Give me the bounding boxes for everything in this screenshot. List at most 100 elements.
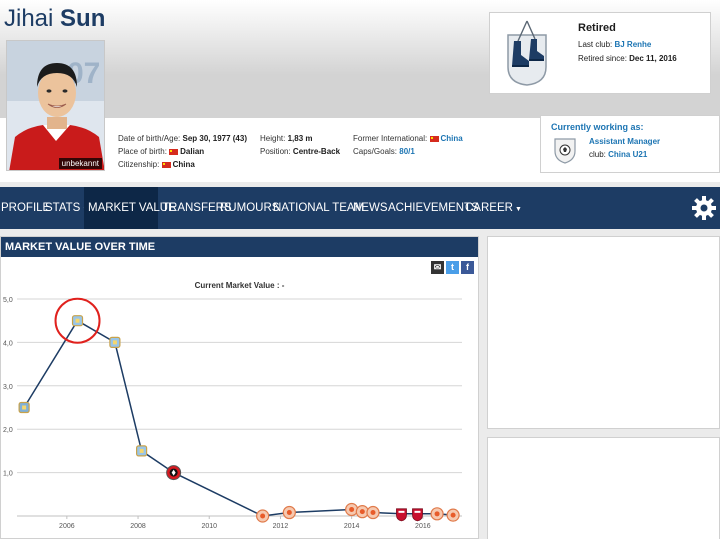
side-ad-box-bottom — [487, 437, 720, 539]
citizenship-label: Citizenship: — [118, 160, 160, 169]
player-portrait-image: 07 — [7, 41, 104, 170]
current-job-club-row: club: China U21 — [589, 150, 647, 159]
last-club-row: Last club: BJ Renhe — [578, 40, 651, 49]
data-point[interactable] — [18, 401, 30, 414]
pob-label: Place of birth: — [118, 147, 167, 156]
data-point[interactable] — [282, 505, 296, 520]
data-point[interactable] — [166, 465, 182, 481]
y-tick-label: 2,0 — [3, 427, 13, 434]
data-point[interactable] — [136, 445, 148, 457]
position-label: Position: — [260, 147, 291, 156]
y-tick-label: 3,0 — [3, 384, 13, 391]
player-last-name: Sun — [60, 5, 106, 32]
data-point[interactable] — [412, 508, 423, 522]
caps-goals-row: Caps/Goals: 80/1 — [353, 145, 463, 158]
former-international-row: Former International: China — [353, 132, 463, 145]
chart-y-ticks: 1,0 2,0 3,0 4,0 5,0 — [3, 297, 13, 478]
current-job-role-row: Assistant Manager — [589, 137, 660, 146]
market-value-box: MARKET VALUE OVER TIME ✉ t f Current Mar… — [0, 236, 479, 539]
facebook-icon[interactable]: f — [461, 261, 474, 274]
current-market-value: Current Market Value : - — [194, 281, 285, 290]
data-point[interactable] — [109, 336, 121, 349]
retired-since-value: Dec 11, 2016 — [629, 54, 677, 63]
dob-value: Sep 30, 1977 (43) — [182, 134, 247, 143]
caret-down-icon: ▼ — [514, 206, 522, 213]
club-crest-icon — [554, 138, 576, 164]
current-job-club-link[interactable]: China U21 — [608, 150, 647, 159]
gear-icon[interactable] — [690, 194, 718, 222]
nav-national-team-label: NATIONAL TEAM — [273, 202, 365, 214]
chart-points — [18, 315, 460, 523]
retired-status-box: Retired Last club: BJ Renhe Retired sinc… — [489, 12, 711, 94]
data-point[interactable] — [71, 315, 84, 327]
pob-row: Place of birth: Dalian — [118, 145, 247, 158]
china-flag-icon — [429, 135, 439, 142]
retired-since-label: Retired since: — [578, 54, 627, 63]
retired-title: Retired — [578, 22, 616, 34]
data-point[interactable] — [256, 509, 270, 523]
data-point[interactable] — [430, 507, 444, 521]
facts-column-3: Former International: China Caps/Goals: … — [353, 132, 463, 158]
nav-national-team[interactable]: NATIONAL TEAM — [273, 187, 364, 229]
nav-career-label: CAREER — [465, 202, 513, 214]
twitter-icon[interactable]: t — [446, 261, 459, 274]
side-ad-box-top — [487, 236, 720, 429]
nav-career[interactable]: CAREER ▼ — [465, 187, 522, 229]
former-international-link[interactable]: China — [441, 134, 463, 143]
facts-column-1: Date of birth/Age: Sep 30, 1977 (43) Pla… — [118, 132, 247, 171]
chart-grid — [17, 298, 462, 517]
china-flag-icon — [161, 161, 171, 168]
y-tick-label: 5,0 — [3, 297, 13, 304]
facts-column-2: Height: 1,83 m Position: Centre-Back — [260, 132, 340, 158]
player-first-name: Jihai — [4, 5, 54, 32]
market-value-header: MARKET VALUE OVER TIME — [1, 237, 478, 257]
data-point[interactable] — [345, 502, 359, 517]
height-row: Height: 1,83 m — [260, 132, 340, 145]
caps-goals-link[interactable]: 80/1 — [399, 147, 415, 156]
dob-label: Date of birth/Age: — [118, 134, 181, 143]
nav-rumours-label: RUMOURS — [220, 202, 280, 214]
nav-stats-label: STATS — [45, 202, 81, 214]
nav-rumours[interactable]: RUMOURS — [220, 187, 279, 229]
player-name: Jihai Sun — [4, 5, 105, 33]
caps-goals-label: Caps/Goals: — [353, 147, 398, 156]
player-header: Jihai Sun 07 unbekannt Date of birth/Age… — [0, 0, 720, 182]
nav-profile[interactable]: PROFILE — [1, 187, 50, 229]
email-icon[interactable]: ✉ — [431, 261, 444, 274]
x-tick-label: 2016 — [415, 523, 431, 530]
y-tick-label: 1,0 — [3, 471, 13, 478]
dob-row: Date of birth/Age: Sep 30, 1977 (43) — [118, 132, 247, 145]
nav-news[interactable]: NEWS — [353, 187, 388, 229]
x-tick-label: 2008 — [130, 523, 146, 530]
last-club-label: Last club: — [578, 40, 613, 49]
height-label: Height: — [260, 134, 286, 143]
current-job-title: Currently working as: — [551, 122, 644, 132]
height-value: 1,83 m — [287, 134, 313, 143]
x-tick-label: 2014 — [344, 523, 360, 530]
nav-stats[interactable]: STATS▼ — [45, 187, 89, 229]
hanging-boots-icon — [507, 20, 547, 86]
retired-since-row: Retired since: Dec 11, 2016 — [578, 54, 677, 63]
photo-caption: unbekannt — [58, 158, 102, 169]
nav-market-value[interactable]: MARKET VALUE — [84, 187, 176, 229]
citizenship-value: China — [172, 160, 195, 169]
player-photo: 07 unbekannt — [6, 40, 105, 171]
current-job-role[interactable]: Assistant Manager — [589, 137, 660, 146]
nav-profile-label: PROFILE — [1, 202, 51, 214]
x-tick-label: 2010 — [201, 523, 217, 530]
last-club-link[interactable]: BJ Renhe — [614, 40, 651, 49]
data-point[interactable] — [366, 505, 380, 520]
market-value-chart: 1,0 2,0 3,0 4,0 5,0 2006 2008 2010 2012 2014 2016 — [3, 297, 462, 530]
y-tick-label: 4,0 — [3, 340, 13, 347]
data-point[interactable] — [396, 508, 407, 522]
current-job-box: Currently working as: Assistant Manager … — [540, 115, 720, 173]
pob-value: Dalian — [180, 147, 205, 156]
position-row: Position: Centre-Back — [260, 145, 340, 158]
data-point[interactable] — [446, 508, 460, 522]
x-tick-label: 2006 — [59, 523, 75, 530]
former-international-label: Former International: — [353, 134, 428, 143]
profile-nav: PROFILE STATS▼ MARKET VALUE TRANSFERS RU… — [0, 187, 720, 229]
current-job-club-label: club: — [589, 150, 606, 159]
china-flag-icon — [169, 148, 179, 155]
x-tick-label: 2012 — [273, 523, 289, 530]
